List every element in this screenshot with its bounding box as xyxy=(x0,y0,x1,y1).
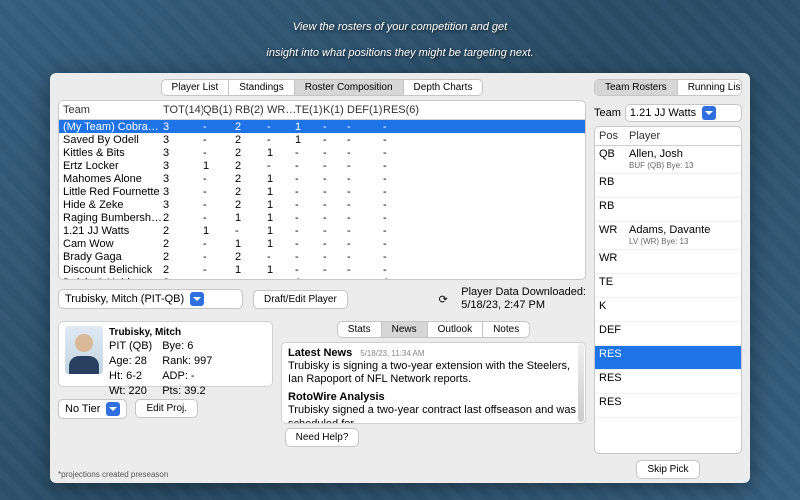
player-name: Trubisky, Mitch xyxy=(109,326,212,340)
chevron-down-icon xyxy=(702,106,716,120)
col-header[interactable]: DEF(1) xyxy=(347,104,383,116)
table-row[interactable]: (My Team) Cobra…3-2-1--- xyxy=(59,120,585,133)
col-header[interactable]: QB(1) xyxy=(203,104,235,116)
team-select[interactable]: 1.21 JJ Watts xyxy=(625,104,742,122)
table-body: (My Team) Cobra…3-2-1---Saved By Odell3-… xyxy=(59,120,585,279)
table-row[interactable]: Hide & Zeke3-21---- xyxy=(59,198,585,211)
player-avatar xyxy=(65,326,103,374)
tab-player-list[interactable]: Player List xyxy=(162,80,230,95)
tab-roster-composition[interactable]: Roster Composition xyxy=(295,80,404,95)
roster-row[interactable]: WRAdams, DavanteLV (WR) Bye: 13 xyxy=(595,222,741,250)
tab-depth-charts[interactable]: Depth Charts xyxy=(404,80,483,95)
col-header[interactable]: K(1) xyxy=(323,104,347,116)
detail-tab-stats[interactable]: Stats xyxy=(338,322,382,337)
promo-banner: View the rosters of your competition and… xyxy=(0,0,800,65)
news-date: 5/18/23, 11:34 AM xyxy=(360,349,424,358)
roster-row[interactable]: RB xyxy=(595,174,741,198)
roster-row[interactable]: DEF xyxy=(595,322,741,346)
app-window: Player ListStandingsRoster CompositionDe… xyxy=(50,73,750,483)
side-tab-team-rosters[interactable]: Team Rosters xyxy=(595,80,678,95)
side-tab-running-list[interactable]: Running List xyxy=(678,80,742,95)
tab-standings[interactable]: Standings xyxy=(229,80,294,95)
table-row[interactable]: Saved By Odell3-2-1--- xyxy=(59,133,585,146)
table-row[interactable]: Discount Belichick2-11---- xyxy=(59,263,585,276)
table-row[interactable]: Little Red Fournette3-21---- xyxy=(59,185,585,198)
draft-edit-button[interactable]: Draft/Edit Player xyxy=(253,290,348,309)
roster-row[interactable]: RES xyxy=(595,370,741,394)
footnote: *projections created preseason xyxy=(58,470,586,479)
col-header[interactable]: Team xyxy=(63,104,163,116)
table-row[interactable]: Dalvin & Hobbes2---1--1 xyxy=(59,276,585,279)
main-tabs: Player ListStandingsRoster CompositionDe… xyxy=(161,79,484,96)
tier-select[interactable]: No Tier xyxy=(58,399,127,419)
table-row[interactable]: Cam Wow2-11---- xyxy=(59,237,585,250)
table-header: TeamTOT(14)QB(1)RB(2)WR…TE(1)K(1)DEF(1)R… xyxy=(59,101,585,120)
analysis-body: Trubisky signed a two-year contract last… xyxy=(288,404,579,424)
roster-row[interactable]: TE xyxy=(595,274,741,298)
skip-pick-button[interactable]: Skip Pick xyxy=(636,460,699,479)
promo-line-1: View the rosters of your competition and… xyxy=(293,21,507,33)
col-header[interactable]: RB(2) xyxy=(235,104,267,116)
roster-composition-table: TeamTOT(14)QB(1)RB(2)WR…TE(1)K(1)DEF(1)R… xyxy=(58,100,586,280)
col-header[interactable]: TOT(14) xyxy=(163,104,203,116)
detail-tabs: StatsNewsOutlookNotes xyxy=(337,321,530,338)
col-header[interactable]: WR… xyxy=(267,104,295,116)
player-select-label: Trubisky, Mitch (PIT-QB) xyxy=(65,293,184,305)
roster-row[interactable]: WR xyxy=(595,250,741,274)
player-select[interactable]: Trubisky, Mitch (PIT-QB) xyxy=(58,289,243,309)
table-row[interactable]: Kittles & Bits3-21---- xyxy=(59,146,585,159)
chevron-down-icon xyxy=(190,292,204,306)
table-row[interactable]: Raging Bumbersh…2-11---- xyxy=(59,211,585,224)
roster-row[interactable]: RES xyxy=(595,394,741,418)
news-panel: Latest News 5/18/23, 11:34 AM Trubisky is… xyxy=(281,342,586,424)
download-status: Player Data Downloaded: 5/18/23, 2:47 PM xyxy=(461,286,586,312)
roster-row[interactable]: QBAllen, JoshBUF (QB) Bye: 13 xyxy=(595,146,741,174)
need-help-button[interactable]: Need Help? xyxy=(285,428,360,447)
team-label: Team xyxy=(594,107,621,119)
detail-tab-news[interactable]: News xyxy=(382,322,428,337)
roster-row[interactable]: RB xyxy=(595,198,741,222)
table-row[interactable]: Mahomes Alone3-21---- xyxy=(59,172,585,185)
table-row[interactable]: Brady Gaga2-2----- xyxy=(59,250,585,263)
detail-tab-notes[interactable]: Notes xyxy=(483,322,529,337)
analysis-heading: RotoWire Analysis xyxy=(288,391,385,403)
detail-tab-outlook[interactable]: Outlook xyxy=(428,322,483,337)
table-row[interactable]: Ertz Locker312----- xyxy=(59,159,585,172)
col-header[interactable]: TE(1) xyxy=(295,104,323,116)
side-tabs: Team RostersRunning List xyxy=(594,79,742,96)
col-header[interactable]: RES(6) xyxy=(383,104,419,116)
news-body: Trubisky is signing a two-year extension… xyxy=(288,360,579,388)
promo-line-2: insight into what positions they might b… xyxy=(266,47,533,59)
team-roster-list: Pos Player QBAllen, JoshBUF (QB) Bye: 13… xyxy=(594,126,742,454)
edit-projection-button[interactable]: Edit Proj. xyxy=(135,399,198,418)
news-heading: Latest News xyxy=(288,347,352,359)
refresh-icon[interactable]: ⟳ xyxy=(435,291,451,307)
chevron-down-icon xyxy=(106,402,120,416)
table-row[interactable]: 1.21 JJ Watts21-1---- xyxy=(59,224,585,237)
roster-row[interactable]: K xyxy=(595,298,741,322)
player-card: Trubisky, Mitch PIT (QB)Bye: 6 Age: 28Ra… xyxy=(58,321,273,387)
roster-row[interactable]: RES xyxy=(595,346,741,370)
